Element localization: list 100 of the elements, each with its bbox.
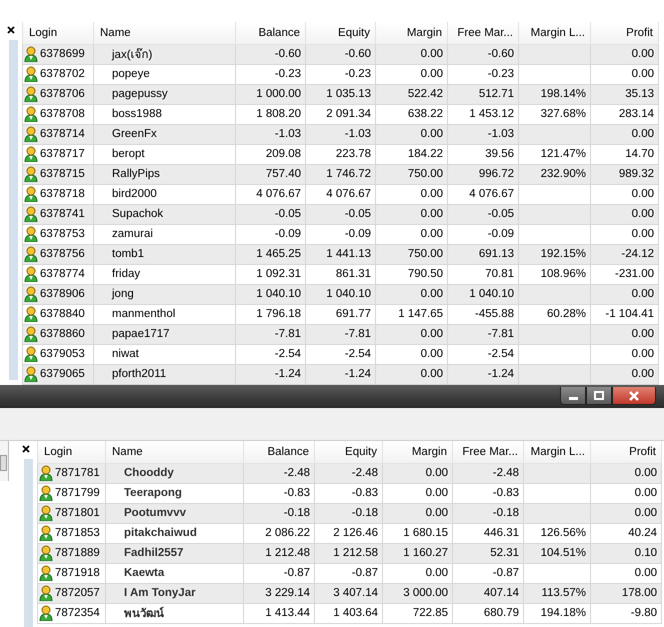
table-cell: 522.42 bbox=[376, 84, 448, 104]
table-cell: -0.05 bbox=[448, 204, 518, 224]
account-name: Fadhil2557 bbox=[106, 543, 244, 563]
login-number: 7872057 bbox=[55, 587, 100, 599]
table-cell: 2 091.34 bbox=[306, 104, 376, 124]
table-cell: -0.18 bbox=[452, 503, 524, 523]
account-name: Chooddy bbox=[106, 463, 244, 483]
table-cell: 40.24 bbox=[590, 523, 662, 543]
table-cell: 4 076.67 bbox=[236, 184, 306, 204]
login-number: 6378714 bbox=[40, 128, 85, 140]
table-cell: 446.31 bbox=[452, 523, 524, 543]
table-cell: 1 000.00 bbox=[236, 84, 306, 104]
scrollbar[interactable] bbox=[0, 441, 9, 481]
login-number: 6379053 bbox=[40, 348, 85, 360]
column-header[interactable]: Balance bbox=[244, 441, 314, 463]
login-number: 6378756 bbox=[40, 248, 85, 260]
table-cell: 0.00 bbox=[590, 563, 662, 583]
minimize-button[interactable] bbox=[560, 387, 586, 405]
close-icon bbox=[629, 390, 639, 400]
column-header[interactable]: Name bbox=[94, 22, 236, 44]
table-cell: 638.22 bbox=[376, 104, 448, 124]
table-cell: -2.48 bbox=[244, 463, 314, 483]
table-cell: 178.00 bbox=[590, 583, 662, 603]
column-header[interactable]: Profit bbox=[590, 22, 658, 44]
minimize-icon bbox=[568, 397, 578, 400]
table-cell: 3 229.14 bbox=[244, 583, 314, 603]
table-cell: -1.24 bbox=[306, 364, 376, 384]
table-cell: 757.40 bbox=[236, 164, 306, 184]
table-cell: 0.00 bbox=[590, 324, 658, 344]
column-header[interactable]: Margin bbox=[376, 22, 448, 44]
login-number: 7871781 bbox=[55, 467, 100, 479]
table-cell: 989.32 bbox=[590, 164, 658, 184]
table-cell: 0.00 bbox=[590, 284, 658, 304]
close-icon[interactable] bbox=[7, 26, 15, 34]
table-cell: 52.31 bbox=[452, 543, 524, 563]
maximize-button[interactable] bbox=[586, 387, 612, 405]
login-number: 6378715 bbox=[40, 168, 85, 180]
table-cell: -0.23 bbox=[236, 64, 306, 84]
close-button[interactable] bbox=[612, 387, 656, 405]
account-name: pitakchaiwud bbox=[106, 523, 244, 543]
table-cell: 750.00 bbox=[376, 244, 448, 264]
table-cell: 1 147.65 bbox=[376, 304, 448, 324]
login-number: 6378717 bbox=[40, 148, 85, 160]
table-cell: 108.96% bbox=[518, 264, 590, 284]
table-cell: 60.28% bbox=[518, 304, 590, 324]
table-cell: 4 076.67 bbox=[306, 184, 376, 204]
table-cell: -0.18 bbox=[244, 503, 314, 523]
account-name: Pootumvvv bbox=[106, 503, 244, 523]
column-header[interactable]: Balance bbox=[236, 22, 306, 44]
table-cell: 680.79 bbox=[452, 603, 524, 623]
table-cell: 113.57% bbox=[524, 583, 590, 603]
table-cell: 0.00 bbox=[376, 284, 448, 304]
column-header[interactable]: Margin bbox=[382, 441, 452, 463]
login-number: 6378699 bbox=[40, 48, 85, 60]
table-cell: 722.85 bbox=[382, 603, 452, 623]
account-name: manmenthol bbox=[94, 304, 236, 324]
table-cell: -7.81 bbox=[448, 324, 518, 344]
column-header[interactable]: Equity bbox=[314, 441, 382, 463]
table-cell: -9.80 bbox=[590, 603, 662, 623]
table-cell: 223.78 bbox=[306, 144, 376, 164]
table-cell: 0.00 bbox=[590, 503, 662, 523]
table-cell: 14.70 bbox=[590, 144, 658, 164]
table-cell: 1 040.10 bbox=[306, 284, 376, 304]
account-name: niwat bbox=[94, 344, 236, 364]
column-header[interactable]: Login bbox=[22, 22, 94, 44]
column-header[interactable]: Name bbox=[106, 441, 244, 463]
table-cell: 0.00 bbox=[376, 204, 448, 224]
login-number: 7871853 bbox=[55, 527, 100, 539]
column-header[interactable]: Free Mar... bbox=[452, 441, 524, 463]
close-icon[interactable] bbox=[22, 445, 30, 453]
table-cell: -0.09 bbox=[448, 224, 518, 244]
column-header[interactable]: Login bbox=[38, 441, 106, 463]
table-cell: 0.00 bbox=[590, 364, 658, 384]
table-cell: 0.00 bbox=[590, 224, 658, 244]
table-cell: 2 086.22 bbox=[244, 523, 314, 543]
table-cell: 0.00 bbox=[376, 344, 448, 364]
login-number: 6378753 bbox=[40, 228, 85, 240]
login-number: 6378840 bbox=[40, 308, 85, 320]
table-cell: 0.00 bbox=[376, 44, 448, 64]
account-name: tomb1 bbox=[94, 244, 236, 264]
table-cell: -0.05 bbox=[306, 204, 376, 224]
table-cell: 996.72 bbox=[448, 164, 518, 184]
table-cell: 0.00 bbox=[590, 204, 658, 224]
table-cell: -455.88 bbox=[448, 304, 518, 324]
account-name: GreenFx bbox=[94, 124, 236, 144]
column-header[interactable]: Margin L... bbox=[524, 441, 590, 463]
column-header[interactable]: Profit bbox=[590, 441, 662, 463]
account-name: pforth2011 bbox=[94, 364, 236, 384]
table-cell: -7.81 bbox=[306, 324, 376, 344]
table-cell: 0.00 bbox=[376, 324, 448, 344]
table-cell: 1 796.18 bbox=[236, 304, 306, 324]
login-number: 6378702 bbox=[40, 68, 85, 80]
login-number: 6378706 bbox=[40, 88, 85, 100]
account-name: beropt bbox=[94, 144, 236, 164]
login-number: 6379065 bbox=[40, 368, 85, 380]
column-header[interactable]: Equity bbox=[306, 22, 376, 44]
table-cell: 126.56% bbox=[524, 523, 590, 543]
column-header[interactable]: Margin L... bbox=[518, 22, 590, 44]
column-header[interactable]: Free Mar... bbox=[448, 22, 518, 44]
table-cell: -1.03 bbox=[448, 124, 518, 144]
